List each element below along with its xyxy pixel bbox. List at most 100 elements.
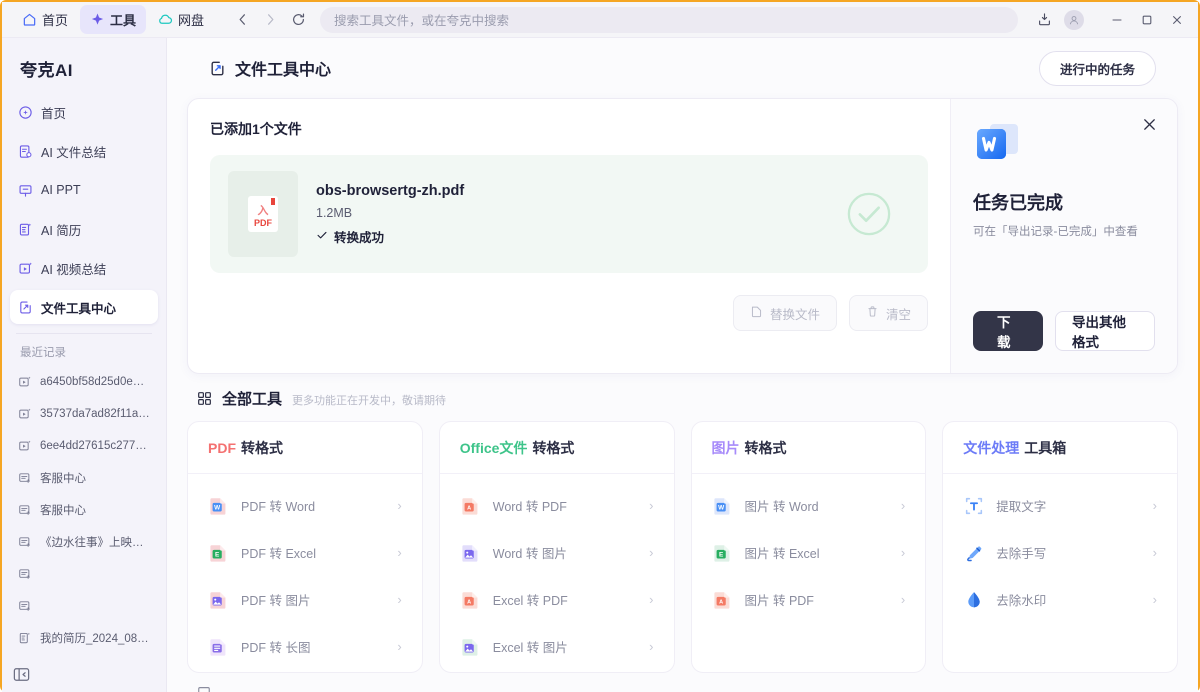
doc-record-icon [18,471,32,485]
all-tools-header: 全部工具 更多功能正在开发中，敬请期待 [187,374,1178,421]
doc-record-icon [18,567,32,581]
remove-handwriting-icon [963,542,985,564]
tool-card-title-rest: 转格式 [241,438,283,458]
user-avatar-icon[interactable] [1060,6,1088,34]
ai-resume-icon [18,222,33,237]
close-button[interactable] [1162,6,1192,34]
replace-file-button[interactable]: 替换文件 [733,295,837,331]
tool-row-excel-to-image[interactable]: Excel 转 图片 › [450,623,664,670]
tool-row-image-to-excel[interactable]: E 图片 转 Excel › [702,529,916,576]
list-item[interactable]: a6450bf58d25d0e251... [10,366,158,397]
minimize-button[interactable] [1102,6,1132,34]
list-item-label: 客服中心 [40,470,86,486]
tool-row-word-to-image[interactable]: Word 转 图片 › [450,529,664,576]
chevron-right-icon: › [1153,545,1157,560]
list-item[interactable] [10,590,158,621]
panel-left: 已添加1个文件 入 PDF obs-browsertg-zh.pdf 1.2MB [188,99,950,373]
sidebar-item-home[interactable]: 首页 [10,95,158,129]
download-button[interactable]: 下载 [973,311,1043,351]
video-record-icon [18,407,32,421]
list-item[interactable]: 6ee4dd27615c277af85... [10,430,158,461]
tool-row-label: 去除水印 [996,590,1141,609]
chevron-right-icon: › [397,498,401,513]
running-tasks-button[interactable]: 进行中的任务 [1039,51,1156,86]
list-item[interactable]: 客服中心 [10,462,158,493]
close-icon[interactable] [1142,117,1157,137]
tool-row-remove-handwriting[interactable]: 去除手写 › [953,529,1167,576]
tool-row-label: Excel 转 图片 [493,637,638,656]
sidebar-item-ai-video-summary[interactable]: AI 视频总结 [10,251,158,285]
reload-icon[interactable] [284,6,312,34]
list-item-label: 《边水往事》上映平台... [40,534,150,550]
tool-card-body: W 图片 转 Word › E 图片 转 Excel › [692,474,926,631]
sidebar-item-ai-file-summary[interactable]: AI 文件总结 [10,134,158,168]
replace-file-icon [750,305,763,321]
file-actions: 替换文件 清空 [210,273,928,331]
export-other-format-button[interactable]: 导出其他格式 [1055,311,1155,351]
list-item[interactable]: 《边水往事》上映平台... [10,526,158,557]
list-item-label: 35737da7ad82f11ac66... [40,408,150,420]
tool-row-image-to-pdf[interactable]: A 图片 转 PDF › [702,576,916,623]
search-input[interactable]: 搜索工具文件，或在夸克中搜索 [320,7,1018,33]
tool-row-label: 图片 转 PDF [745,590,890,609]
tab-tools-label: 工具 [110,10,136,29]
tool-row-pdf-to-word[interactable]: W PDF 转 Word › [198,482,412,529]
list-item[interactable] [10,558,158,589]
tool-row-word-to-pdf[interactable]: A Word 转 PDF › [450,482,664,529]
maximize-button[interactable] [1132,6,1162,34]
pdf-out-icon: A [712,589,734,611]
back-chevron-icon[interactable] [228,6,256,34]
list-item[interactable]: 我的简历_2024_08_05 [10,622,158,653]
file-name: obs-browsertg-zh.pdf [316,183,828,199]
clear-button[interactable]: 清空 [849,295,928,331]
tool-card-title-highlight: 图片 [712,438,740,458]
tab-cloud-drive-label: 网盘 [178,10,204,29]
tool-card-grid: PDF 转格式 W PDF 转 Word › E [187,421,1178,673]
tool-card-title-rest: 转格式 [532,438,574,458]
excel-out-icon: E [208,542,230,564]
tool-row-pdf-to-excel[interactable]: E PDF 转 Excel › [198,529,412,576]
tab-home[interactable]: 首页 [12,5,78,34]
tool-row-label: Word 转 图片 [493,543,638,562]
tool-card-title-rest: 工具箱 [1024,438,1066,458]
tool-row-label: PDF 转 长图 [241,637,386,656]
tab-home-label: 首页 [42,10,68,29]
tool-card-pdf-convert: PDF 转格式 W PDF 转 Word › E [187,421,423,673]
recent-records-label: 最近记录 [2,334,166,366]
tool-row-pdf-to-longimage[interactable]: PDF 转 长图 › [198,623,412,670]
running-tasks-label: 进行中的任务 [1060,59,1135,78]
tool-row-excel-to-pdf[interactable]: A Excel 转 PDF › [450,576,664,623]
sidebar: 夸克AI 首页 AI 文件总结 AI PPT [2,38,167,692]
forward-chevron-icon[interactable] [256,6,284,34]
sidebar-item-file-tool-center[interactable]: 文件工具中心 [10,290,158,324]
collapse-sidebar-icon[interactable] [12,665,31,684]
tab-tools[interactable]: 工具 [80,5,146,34]
download-tray-icon[interactable] [1030,6,1058,34]
chevron-right-icon: › [901,545,905,560]
tool-card-body: A Word 转 PDF › Word 转 图片 › [440,474,674,673]
list-item[interactable]: 35737da7ad82f11ac66... [10,398,158,429]
tool-row-image-to-word[interactable]: W 图片 转 Word › [702,482,916,529]
list-item-label: 我的简历_2024_08_05 [40,630,150,646]
grid-apps-icon [197,391,212,406]
tool-row-remove-watermark[interactable]: 去除水印 › [953,576,1167,623]
sidebar-item-ai-ppt[interactable]: AI PPT [10,173,158,207]
file-card[interactable]: 入 PDF obs-browsertg-zh.pdf 1.2MB 转换成功 [210,155,928,273]
tool-card-body: W PDF 转 Word › E PDF 转 Excel › [188,474,422,673]
list-item[interactable]: 客服中心 [10,494,158,525]
svg-text:W: W [214,504,221,511]
tool-row-pdf-to-image[interactable]: PDF 转 图片 › [198,576,412,623]
sidebar-nav: 首页 AI 文件总结 AI PPT AI 简历 [2,95,166,329]
page-title-text: 文件工具中心 [235,56,331,80]
svg-text:A: A [719,599,723,605]
tab-cloud-drive[interactable]: 网盘 [148,5,214,34]
replace-file-label: 替换文件 [770,304,820,323]
tool-card-office-convert: Office文件 转格式 A Word 转 PDF › [439,421,675,673]
sidebar-item-home-label: 首页 [41,103,66,122]
file-status-text: 转换成功 [334,227,384,246]
tool-row-label: PDF 转 Excel [241,543,386,562]
tool-row-extract-text[interactable]: 提取文字 › [953,482,1167,529]
sidebar-item-ai-resume[interactable]: AI 简历 [10,212,158,246]
svg-text:W: W [718,504,725,511]
longimage-out-icon [208,636,230,658]
